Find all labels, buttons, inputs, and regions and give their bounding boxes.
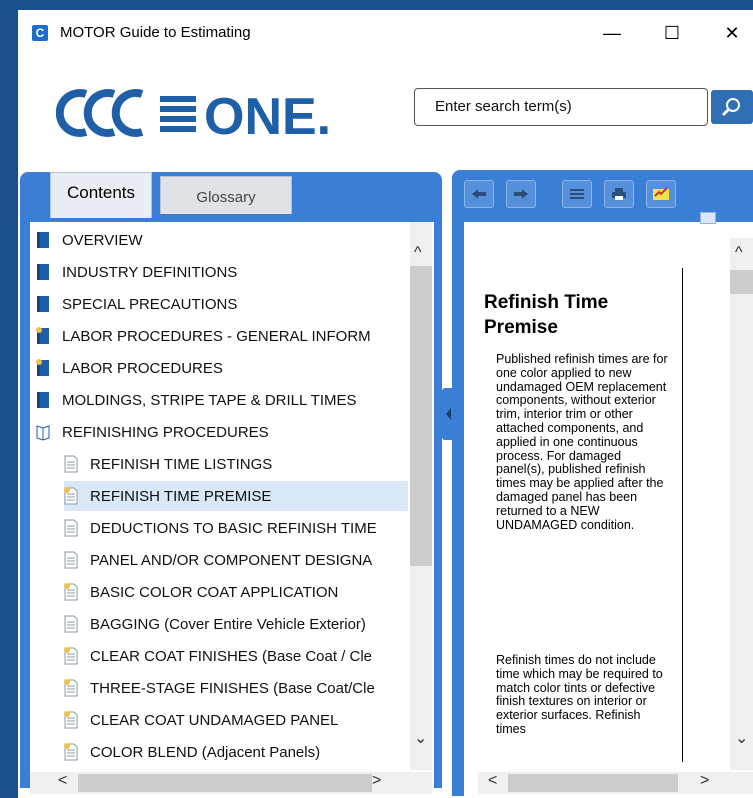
tree-item[interactable]: DEDUCTIONS TO BASIC REFINISH TIME <box>64 513 408 543</box>
print-button[interactable] <box>604 180 634 208</box>
page-note-icon <box>64 583 78 601</box>
tree-item[interactable]: LABOR PROCEDURES <box>36 353 408 383</box>
tree-item[interactable]: LABOR PROCEDURES - GENERAL INFORM <box>36 321 408 351</box>
tree-item[interactable]: BASIC COLOR COAT APPLICATION <box>64 577 408 607</box>
tree-hscroll-thumb[interactable] <box>78 774 372 792</box>
tree-item-label: BAGGING (Cover Entire Vehicle Exterior) <box>90 615 366 633</box>
tree-item-selected[interactable]: REFINISH TIME PREMISE <box>64 481 408 511</box>
closed-book-icon <box>36 295 50 313</box>
app-icon: C <box>32 25 48 41</box>
highlight-icon <box>653 187 669 200</box>
tree-item[interactable]: CLEAR COAT UNDAMAGED PANEL <box>64 705 408 735</box>
tree-item[interactable]: REFINISHING PROCEDURES <box>36 417 408 447</box>
scroll-left-icon[interactable]: < <box>58 772 67 790</box>
doc-scroll-left-icon[interactable]: < <box>488 772 497 790</box>
closed-book-icon <box>36 263 50 281</box>
scroll-down-icon[interactable]: ⌄ <box>414 728 427 748</box>
tree-item-label: PANEL AND/OR COMPONENT DESIGNA <box>90 551 373 569</box>
tree-item[interactable]: THREE-STAGE FINISHES (Base Coat/Cle <box>64 673 408 703</box>
back-arrow-icon <box>472 189 486 199</box>
document-hscroll-thumb[interactable] <box>508 774 678 792</box>
page-icon <box>64 551 78 569</box>
highlight-button[interactable] <box>646 180 676 208</box>
tree-item-label: CLEAR COAT FINISHES (Base Coat / Cle <box>90 647 373 665</box>
page-icon <box>64 519 78 537</box>
page-note-icon <box>64 743 78 761</box>
book-note-icon <box>36 359 50 377</box>
tree-item-label: BASIC COLOR COAT APPLICATION <box>90 583 339 601</box>
tree-item-label: REFINISH TIME LISTINGS <box>90 455 273 473</box>
tree-item-label: LABOR PROCEDURES - GENERAL INFORM <box>62 327 371 345</box>
closed-book-icon <box>36 231 50 249</box>
document-vertical-scrollbar[interactable] <box>730 238 753 770</box>
page-note-icon <box>64 711 78 729</box>
closed-book-icon <box>36 391 50 409</box>
doc-toolbar-icon[interactable] <box>700 212 716 224</box>
tree-item[interactable]: BAGGING (Cover Entire Vehicle Exterior) <box>64 609 408 639</box>
page-icon <box>64 615 78 633</box>
tab-contents[interactable]: Contents <box>50 172 152 218</box>
search-icon <box>721 98 740 117</box>
tree-item-label: OVERVIEW <box>62 231 143 249</box>
page-note-icon <box>64 487 78 505</box>
scroll-up-icon[interactable]: ^ <box>414 244 422 262</box>
tree-item[interactable]: CLEAR COAT FINISHES (Base Coat / Cle <box>64 641 408 671</box>
doc-scroll-up-icon[interactable]: ^ <box>735 244 743 262</box>
forward-button[interactable] <box>506 180 536 208</box>
print-icon <box>612 188 626 200</box>
maximize-button[interactable]: ☐ <box>652 20 692 46</box>
tree-item[interactable]: COLOR BLEND (Adjacent Panels) <box>64 737 408 767</box>
tree-item[interactable]: OVERVIEW <box>36 225 408 255</box>
list-button[interactable] <box>562 180 592 208</box>
tree-item-label: CLEAR COAT UNDAMAGED PANEL <box>90 711 339 729</box>
svg-text:ONE.: ONE. <box>204 88 331 144</box>
tree-item-label: THREE-STAGE FINISHES (Base Coat/Cle <box>90 679 375 697</box>
tree-item[interactable]: SPECIAL PRECAUTIONS <box>36 289 408 319</box>
window-title: MOTOR Guide to Estimating <box>60 24 251 41</box>
ccc-one-logo: ONE. <box>55 84 396 154</box>
scroll-right-icon[interactable]: > <box>372 772 381 790</box>
open-book-icon <box>36 423 50 441</box>
document-scroll-thumb[interactable] <box>730 270 753 294</box>
tree-item-label: REFINISH TIME PREMISE <box>90 487 272 505</box>
tree-scroll-thumb[interactable] <box>410 266 432 566</box>
page-icon <box>64 455 78 473</box>
tree-item-label: SPECIAL PRECAUTIONS <box>62 295 238 313</box>
search-input[interactable]: Enter search term(s) <box>435 98 572 115</box>
doc-scroll-right-icon[interactable]: > <box>700 772 709 790</box>
tree-item[interactable]: INDUSTRY DEFINITIONS <box>36 257 408 287</box>
search-button[interactable] <box>711 90 753 124</box>
tab-glossary[interactable]: Glossary <box>160 176 292 214</box>
tree-item-label: DEDUCTIONS TO BASIC REFINISH TIME <box>90 519 377 537</box>
tree-item-label: REFINISHING PROCEDURES <box>62 423 269 441</box>
document-title: Refinish Time Premise <box>484 292 609 338</box>
tree-item[interactable]: MOLDINGS, STRIPE TAPE & DRILL TIMES <box>36 385 408 415</box>
book-note-icon <box>36 327 50 345</box>
tree-item-label: COLOR BLEND (Adjacent Panels) <box>90 743 321 761</box>
page-note-icon <box>64 647 78 665</box>
back-button[interactable] <box>464 180 494 208</box>
list-icon <box>570 189 584 199</box>
tree-item-label: INDUSTRY DEFINITIONS <box>62 263 238 281</box>
tree-item[interactable]: PANEL AND/OR COMPONENT DESIGNA <box>64 545 408 575</box>
tree-item-label: LABOR PROCEDURES <box>62 359 223 377</box>
search-box[interactable]: Enter search term(s) <box>414 88 708 126</box>
close-button[interactable]: ✕ <box>712 20 752 46</box>
document-paragraph: Published refinish times are for one col… <box>496 352 668 532</box>
tree-item[interactable]: REFINISH TIME LISTINGS <box>64 449 408 479</box>
tree-item-label: MOLDINGS, STRIPE TAPE & DRILL TIMES <box>62 391 357 409</box>
forward-arrow-icon <box>514 189 528 199</box>
column-divider <box>682 268 683 762</box>
page-note-icon <box>64 679 78 697</box>
minimize-button[interactable]: — <box>592 20 632 46</box>
doc-scroll-down-icon[interactable]: ⌄ <box>735 728 748 748</box>
document-paragraph: Refinish times do not include time which… <box>496 654 663 736</box>
